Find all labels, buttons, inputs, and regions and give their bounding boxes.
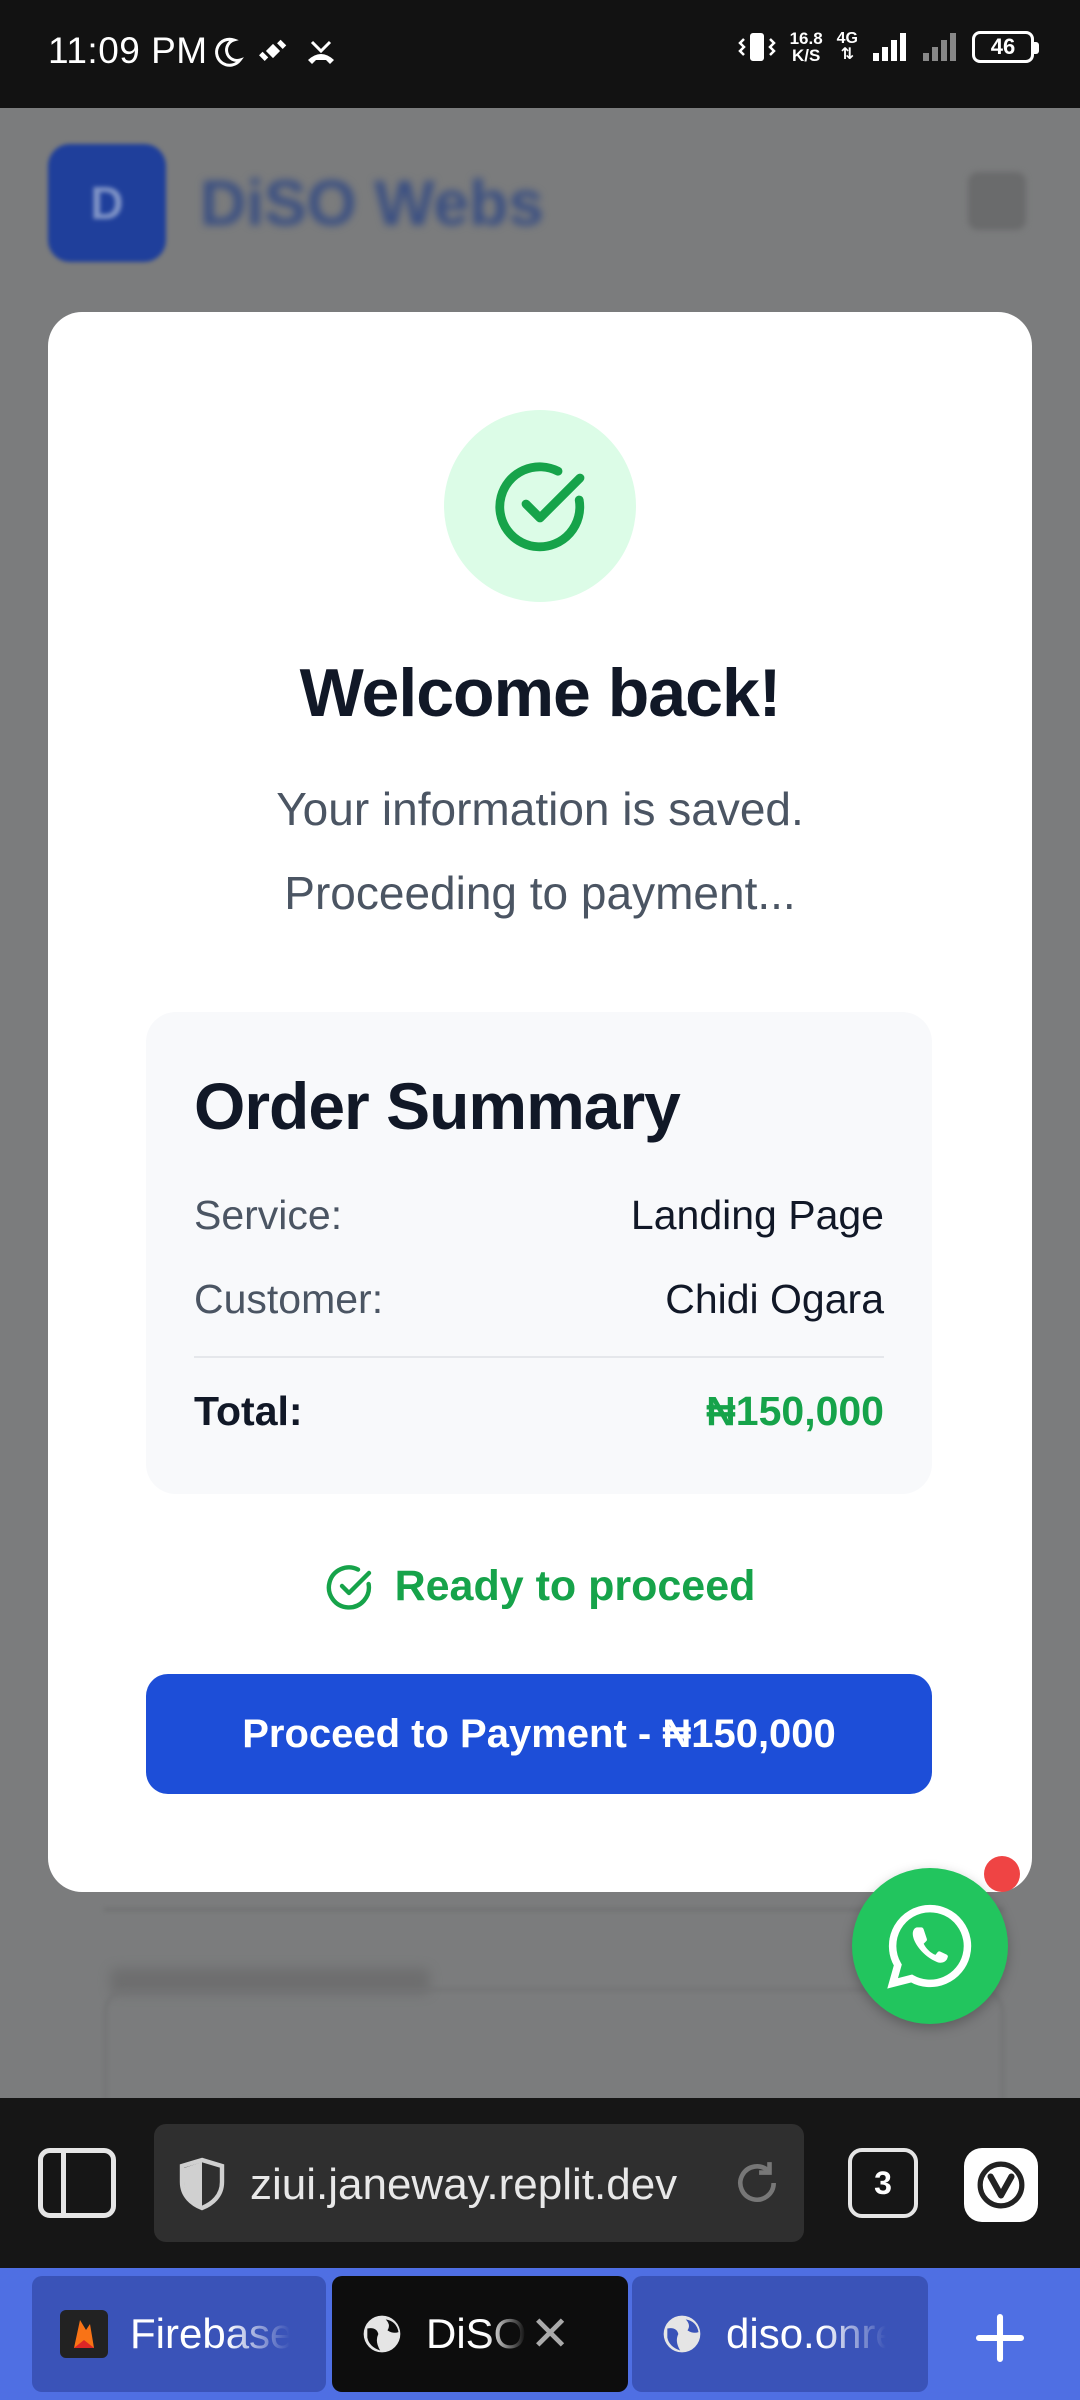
modal-title: Welcome back!: [299, 655, 782, 731]
check-circle-icon: [495, 462, 585, 552]
signal-icon: [873, 33, 906, 61]
summary-divider: [194, 1356, 884, 1358]
network-type: 4G ⇅: [837, 31, 858, 63]
customer-label: Customer:: [194, 1276, 384, 1322]
status-time: 11:09 PM: [48, 30, 208, 71]
browser-toolbar: ziui.janeway.replit.dev 3: [0, 2098, 1080, 2268]
vibrate-icon: [737, 33, 776, 61]
whatsapp-icon: [887, 1904, 972, 1989]
signal-weak-icon: [923, 33, 956, 61]
status-icons-right: 16.8 K/S 4G ⇅ 46: [737, 30, 1039, 64]
network-label: 4G: [836, 30, 858, 47]
brand-logo: D: [48, 144, 166, 262]
new-tab-plus-icon[interactable]: [972, 2310, 1028, 2366]
satellite-icon: [259, 39, 287, 61]
panel-toggle-button[interactable]: [38, 2148, 116, 2218]
total-row: Total: ₦150,000: [194, 1388, 884, 1435]
tab-switcher-button[interactable]: 3: [848, 2148, 918, 2218]
order-summary-title: Order Summary: [194, 1069, 681, 1143]
network-speed: 16.8 K/S: [790, 30, 823, 64]
close-tab-icon[interactable]: ✕: [530, 2306, 570, 2362]
shield-icon[interactable]: [176, 2156, 228, 2212]
tab-firebase[interactable]: Firebase: [32, 2276, 326, 2392]
whatsapp-button[interactable]: [852, 1868, 1008, 2024]
speed-unit: K/S: [791, 46, 821, 65]
total-label: Total:: [194, 1388, 303, 1434]
missed-call-icon: [308, 40, 334, 64]
brand-name: DiSO Webs: [200, 167, 544, 239]
notification-dot: [984, 1856, 1020, 1892]
ready-text: Ready to proceed: [394, 1562, 756, 1610]
tab-label: DiSO W: [426, 2310, 526, 2357]
globe-icon: [363, 2315, 401, 2353]
moon-icon: [215, 37, 244, 67]
data-arrows-icon: ⇅: [840, 46, 855, 63]
ready-check-icon: [326, 1564, 371, 1610]
tab-label: Firebase: [130, 2310, 290, 2357]
total-value: ₦150,000: [706, 1388, 884, 1434]
service-row: Service: Landing Page: [194, 1192, 884, 1239]
proceed-to-payment-button[interactable]: Proceed to Payment - ₦150,000: [146, 1674, 932, 1794]
tab-diso-active[interactable]: DiSO W ✕: [332, 2276, 628, 2392]
battery-indicator: 46: [972, 31, 1039, 63]
tab-diso-onrender[interactable]: diso.onre: [632, 2276, 928, 2392]
firebase-icon: [60, 2310, 108, 2358]
address-bar[interactable]: ziui.janeway.replit.dev: [154, 2124, 804, 2242]
menu-icon: [968, 172, 1026, 230]
customer-row: Customer: Chidi Ogara: [194, 1276, 884, 1323]
welcome-modal: Welcome back! Your information is saved.…: [48, 312, 1032, 1892]
status-bar: 11:09 PM 16.8 K/S 4G ⇅ 46: [0, 0, 1080, 108]
modal-subtitle-line2: Proceeding to payment...: [284, 867, 796, 919]
service-label: Service:: [194, 1192, 343, 1238]
service-value: Landing Page: [630, 1192, 884, 1238]
battery-level: 46: [990, 34, 1016, 59]
speed-value: 16.8: [789, 29, 823, 48]
vivaldi-icon: [977, 2161, 1025, 2209]
tab-strip: Firebase DiSO W ✕ diso.onre: [0, 2268, 1080, 2400]
reload-icon[interactable]: [732, 2158, 782, 2208]
tab-label: diso.onre: [726, 2310, 886, 2357]
ready-status: Ready to proceed: [48, 1562, 1032, 1611]
modal-subtitle-line1: Your information is saved.: [276, 783, 804, 835]
order-summary-card: Order Summary Service: Landing Page Cust…: [146, 1012, 932, 1494]
globe-icon: [663, 2315, 701, 2353]
success-badge: [444, 410, 636, 602]
status-icons-left: [214, 36, 338, 68]
customer-value: Chidi Ogara: [665, 1276, 884, 1322]
vivaldi-menu-button[interactable]: [964, 2148, 1038, 2222]
url-text[interactable]: ziui.janeway.replit.dev: [250, 2160, 710, 2210]
